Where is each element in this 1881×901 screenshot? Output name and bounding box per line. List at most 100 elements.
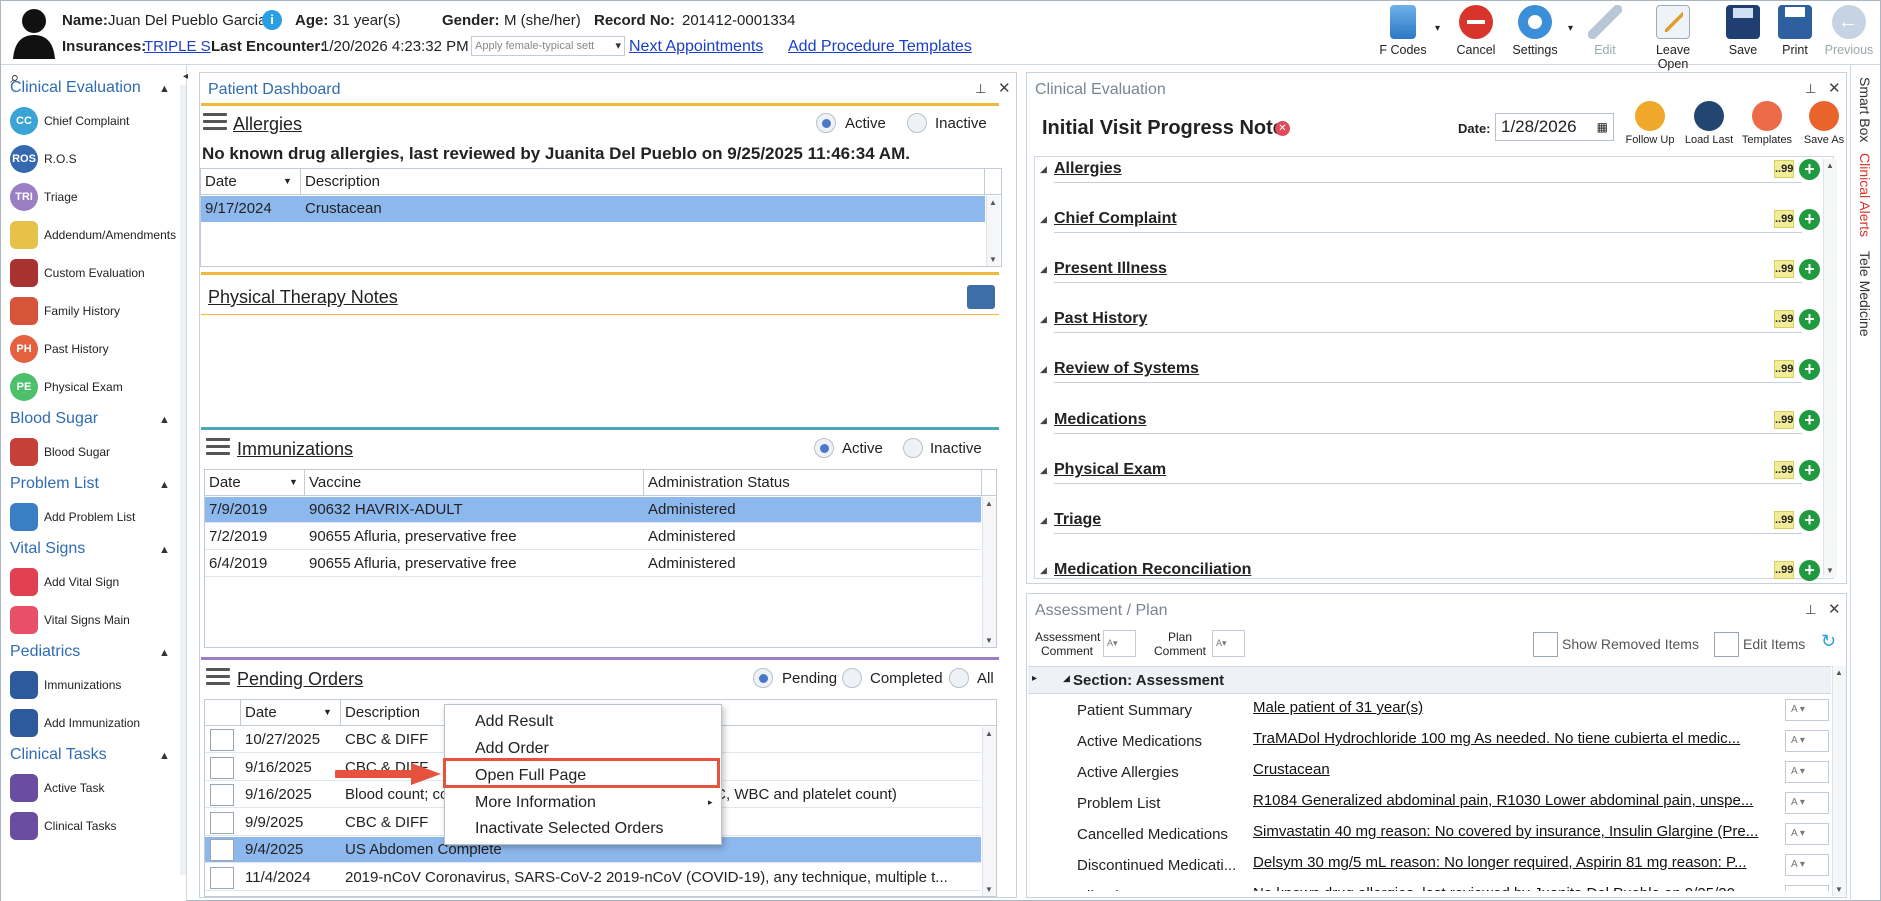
collapse-triangle-icon[interactable]: ◢ [1040, 515, 1047, 526]
previous-button[interactable]: ← Previous [1821, 5, 1877, 57]
nav-item[interactable]: Custom Evaluation [10, 256, 180, 290]
nav-item[interactable]: Active Task [10, 771, 180, 805]
column-header-status[interactable]: Administration Status [644, 470, 982, 496]
section-label[interactable]: Physical Exam [1054, 461, 1166, 479]
nav-item[interactable]: Add Vital Sign [10, 565, 180, 599]
allergies-menu-icon[interactable] [203, 113, 227, 133]
save-button[interactable]: Save [1715, 5, 1771, 57]
assessment-row[interactable]: Discontinued Medicati... Delsym 30 mg/5 m… [1031, 850, 1831, 881]
row-checkbox[interactable] [210, 729, 234, 751]
quote-icon[interactable]: ..99 [1774, 310, 1794, 329]
nav-item[interactable]: PH Past History [10, 332, 180, 366]
nav-group-title[interactable]: Clinical Evaluation [10, 79, 141, 97]
cancel-button[interactable]: Cancel [1448, 5, 1504, 57]
nav-group-title[interactable]: Blood Sugar [10, 410, 98, 428]
nav-item[interactable]: TRI Triage [10, 180, 180, 214]
column-header-vaccine[interactable]: Vaccine [305, 470, 644, 496]
column-header-select[interactable] [205, 700, 241, 726]
edit-button[interactable]: Edit [1577, 5, 1633, 57]
plan-comment-dropdown[interactable]: A▾ [1212, 630, 1245, 657]
pin-icon[interactable]: ⊥ [1805, 81, 1816, 97]
menu-item-add-order[interactable]: Add Order [475, 740, 549, 758]
close-icon[interactable]: ✕ [998, 79, 1011, 97]
add-icon[interactable]: + [1799, 359, 1820, 381]
quote-icon[interactable]: ..99 [1774, 410, 1794, 429]
row-checkbox[interactable] [210, 839, 234, 861]
date-field[interactable]: 1/28/2026 ▦ [1495, 113, 1614, 141]
add-icon[interactable]: + [1799, 409, 1820, 431]
add-icon[interactable]: + [1799, 259, 1820, 281]
table-row[interactable]: 7/9/2019 90632 HAVRIX-ADULT Administered [205, 497, 981, 523]
nav-group-title[interactable]: Clinical Tasks [10, 746, 107, 764]
add-icon[interactable]: + [1799, 209, 1820, 231]
nav-scrollbar[interactable] [180, 85, 186, 875]
quote-icon[interactable]: ..99 [1774, 260, 1794, 279]
collapse-triangle-icon[interactable]: ◢ [1040, 565, 1047, 576]
menu-item-add-result[interactable]: Add Result [475, 713, 553, 731]
fcodes-dropdown-icon[interactable]: ▾ [1435, 23, 1440, 34]
assessment-row[interactable]: Patient Summary Male patient of 31 year(s… [1031, 695, 1831, 726]
comment-dropdown[interactable]: A ▾ [1785, 854, 1829, 876]
sort-icon[interactable]: ▼ [283, 176, 292, 186]
tab-tele-medicine[interactable]: Tele Medicine [1857, 251, 1873, 337]
expand-icon[interactable]: ▸ [1032, 673, 1037, 684]
calendar-icon[interactable]: ▦ [1597, 114, 1608, 140]
close-icon[interactable]: ✕ [1828, 79, 1841, 97]
completed-radio[interactable] [842, 668, 862, 688]
nav-item[interactable]: CC Chief Complaint [10, 104, 180, 138]
comment-dropdown[interactable]: A ▾ [1785, 792, 1829, 814]
collapse-triangle-icon[interactable]: ◢ [1040, 314, 1047, 325]
nav-item[interactable]: Blood Sugar [10, 435, 180, 469]
nav-item[interactable]: PE Physical Exam [10, 370, 180, 404]
quote-icon[interactable]: ..99 [1774, 560, 1794, 579]
add-icon[interactable]: + [1799, 559, 1820, 581]
assessment-row[interactable]: Allergies No known drug allergies, last r… [1031, 881, 1831, 891]
apply-settings-dropdown[interactable]: Apply female-typical sett ▾ [471, 36, 625, 56]
add-icon[interactable]: + [1799, 509, 1820, 531]
collapse-chevron-icon[interactable]: ▲ [159, 479, 170, 491]
section-label[interactable]: Medications [1054, 411, 1146, 429]
comment-dropdown[interactable]: A ▾ [1785, 699, 1829, 721]
allergies-title[interactable]: Allergies [233, 114, 302, 135]
collapse-triangle-icon[interactable]: ◢ [1040, 214, 1047, 225]
pending-radio[interactable] [753, 668, 773, 688]
assessment-row[interactable]: Cancelled Medications Simvastatin 40 mg r… [1031, 819, 1831, 850]
collapse-triangle-icon[interactable]: ◢ [1040, 415, 1047, 426]
section-label[interactable]: Past History [1054, 310, 1147, 328]
assessment-section-header[interactable]: ▸ ◢ Section: Assessment [1028, 666, 1831, 694]
menu-item-more-information[interactable]: More Information [475, 794, 596, 812]
immunizations-menu-icon[interactable] [206, 438, 230, 458]
quote-icon[interactable]: ..99 [1774, 510, 1794, 529]
collapse-triangle-icon[interactable]: ◢ [1040, 164, 1047, 175]
quote-icon[interactable]: ..99 [1774, 360, 1794, 379]
section-label[interactable]: Medication Reconciliation [1054, 561, 1251, 579]
assessment-row-value[interactable]: Delsym 30 mg/5 mL reason: No longer requ… [1253, 854, 1781, 871]
collapse-chevron-icon[interactable]: ▲ [159, 83, 170, 95]
assessment-comment-dropdown[interactable]: A▾ [1103, 630, 1136, 657]
load-last-button[interactable]: Load Last [1681, 101, 1737, 146]
show-removed-checkbox[interactable] [1533, 632, 1558, 657]
quote-icon[interactable]: ..99 [1774, 210, 1794, 229]
pin-icon[interactable]: ⊥ [1805, 602, 1816, 618]
section-label[interactable]: Present Illness [1054, 260, 1167, 278]
nav-item[interactable]: Add Immunization [10, 706, 180, 740]
row-checkbox[interactable] [210, 756, 234, 779]
allergies-active-radio[interactable] [816, 113, 836, 133]
section-label[interactable]: Review of Systems [1054, 360, 1199, 378]
section-label[interactable]: Chief Complaint [1054, 210, 1177, 228]
nav-item[interactable]: Addendum/Amendments [10, 218, 180, 252]
assessment-row[interactable]: Active Allergies Crustacean A ▾ [1031, 757, 1831, 788]
assessment-row-value[interactable]: R1084 Generalized abdominal pain, R1030 … [1253, 792, 1781, 809]
refresh-icon[interactable]: ↻ [1821, 631, 1836, 652]
immunizations-scrollbar[interactable]: ▲ ▼ [982, 497, 996, 647]
collapse-triangle-icon[interactable]: ◢ [1040, 465, 1047, 476]
tab-clinical-alerts[interactable]: Clinical Alerts [1857, 153, 1873, 237]
settings-dropdown-icon[interactable]: ▾ [1568, 23, 1573, 34]
nav-item[interactable]: Vital Signs Main [10, 603, 180, 637]
nav-item[interactable]: ROS R.O.S [10, 142, 180, 176]
add-icon[interactable]: + [1799, 459, 1820, 481]
quote-icon[interactable]: ..99 [1774, 160, 1794, 178]
collapse-chevron-icon[interactable]: ▲ [159, 647, 170, 659]
pending-orders-scrollbar[interactable]: ▲ ▼ [982, 727, 996, 896]
pt-notes-title[interactable]: Physical Therapy Notes [208, 287, 398, 308]
